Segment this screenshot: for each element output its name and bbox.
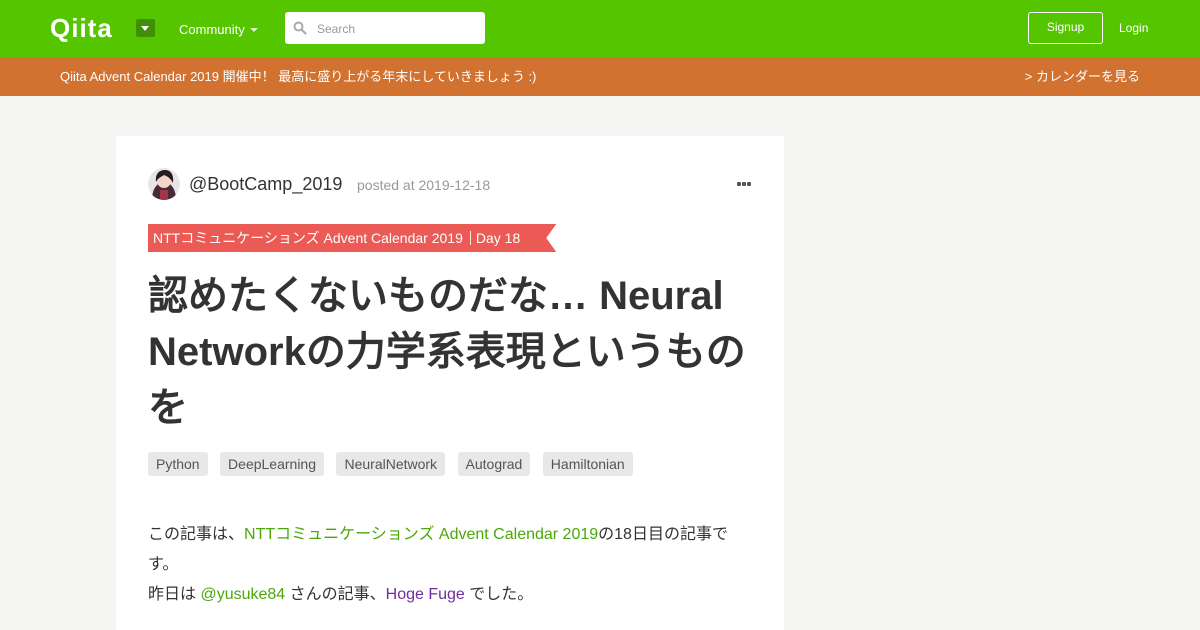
- posted-date: posted at 2019-12-18: [357, 177, 491, 193]
- global-header: Qiita Community Signup Login: [0, 0, 1200, 57]
- intro-paragraph: この記事は、NTTコミュニケーションズ Advent Calendar 2019…: [148, 520, 748, 580]
- more-options-icon[interactable]: [737, 182, 753, 187]
- yesterday-article-link[interactable]: Hoge Fuge: [386, 586, 465, 603]
- tag-neuralnetwork[interactable]: NeuralNetwork: [336, 452, 446, 476]
- view-calendar-link[interactable]: > カレンダーを見る: [1025, 69, 1140, 85]
- advent-calendar-banner: Qiita Advent Calendar 2019 開催中！ 最高に盛り上がる…: [0, 57, 1200, 96]
- community-menu[interactable]: Community: [179, 22, 245, 38]
- qiita-logo[interactable]: Qiita: [50, 14, 113, 42]
- login-link[interactable]: Login: [1119, 20, 1148, 36]
- calendar-day: Day 18: [475, 230, 521, 246]
- article-title: 認めたくないものだな… Neural Networkの力学系表現というものを: [148, 274, 746, 430]
- search-icon: [293, 21, 307, 35]
- banner-message: Qiita Advent Calendar 2019 開催中！ 最高に盛り上がる…: [60, 69, 537, 84]
- chevron-down-icon[interactable]: [136, 19, 155, 37]
- article-body: この記事は、NTTコミュニケーションズ Advent Calendar 2019…: [148, 520, 748, 610]
- caret-down-icon[interactable]: [250, 28, 258, 32]
- yesterday-paragraph: 昨日は @yusuke84 さんの記事、Hoge Fuge でした。: [148, 580, 748, 610]
- search-input[interactable]: [315, 18, 479, 40]
- tag-python[interactable]: Python: [148, 452, 208, 476]
- signup-button[interactable]: Signup: [1028, 12, 1103, 44]
- tag-hamiltonian[interactable]: Hamiltonian: [542, 452, 633, 476]
- yesterday-suffix: でした。: [464, 586, 534, 603]
- calendar-name: NTTコミュニケーションズ Advent Calendar 2019: [153, 230, 463, 246]
- tag-list: Python DeepLearning NeuralNetwork Autogr…: [148, 452, 641, 476]
- author-username[interactable]: @BootCamp_2019: [189, 174, 342, 194]
- intro-prefix: この記事は、: [148, 526, 245, 543]
- search-box[interactable]: [285, 12, 485, 44]
- advent-calendar-ribbon[interactable]: NTTコミュニケーションズ Advent Calendar 2019 Day 18: [148, 224, 556, 252]
- ribbon-divider: [470, 231, 471, 245]
- tag-autograd[interactable]: Autograd: [457, 452, 531, 476]
- yesterday-prefix: 昨日は: [148, 586, 201, 603]
- yesterday-mid: さんの記事、: [285, 586, 386, 603]
- tag-deeplearning[interactable]: DeepLearning: [220, 452, 325, 476]
- yesterday-user-link[interactable]: @yusuke84: [200, 586, 285, 603]
- calendar-link[interactable]: NTTコミュニケーションズ Advent Calendar 2019: [244, 526, 598, 543]
- avatar[interactable]: [148, 168, 180, 200]
